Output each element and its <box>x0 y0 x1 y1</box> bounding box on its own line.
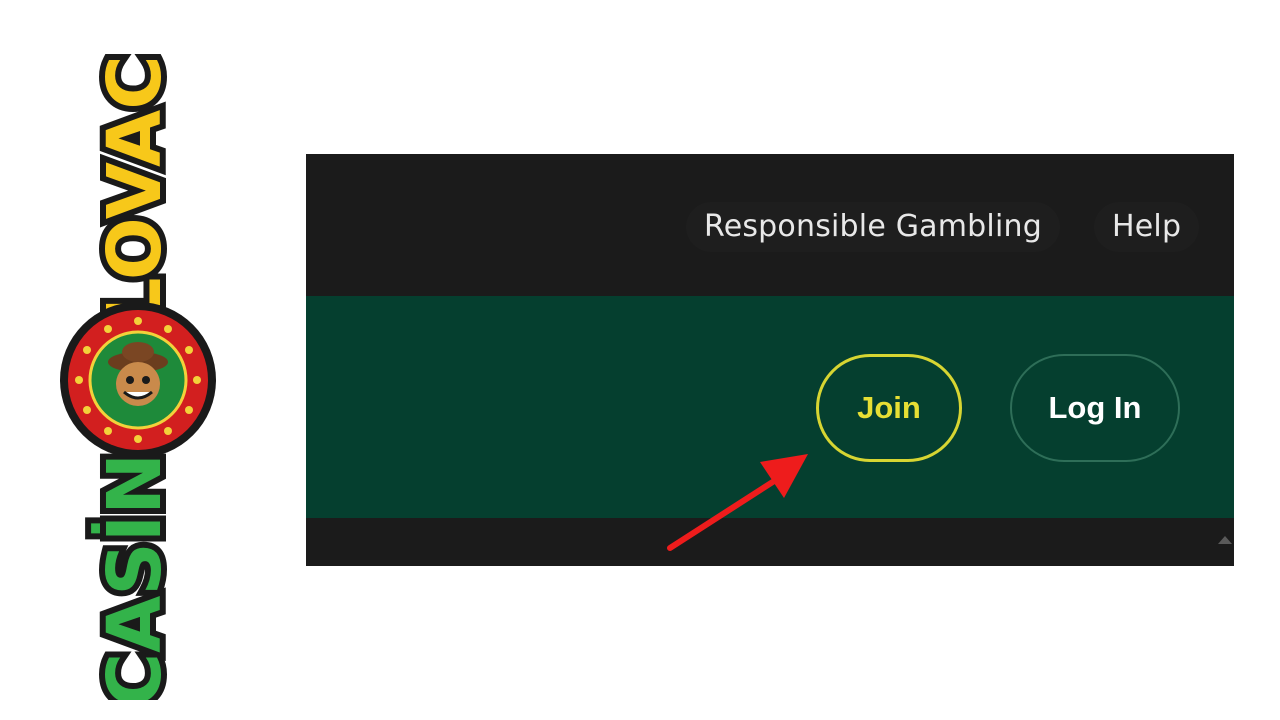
join-button-label: Join <box>857 390 921 425</box>
help-link[interactable]: Help <box>1094 202 1200 252</box>
caret-up-icon[interactable] <box>1218 536 1232 544</box>
cowboy-mascot-icon <box>60 302 216 458</box>
red-pointer-arrow-icon <box>660 440 820 560</box>
login-button[interactable]: Log In <box>1010 354 1180 462</box>
logo-text-top: LOVAC <box>92 55 178 324</box>
brand-logo: LOVAC CASİN <box>58 40 218 700</box>
top-utility-bar: Responsible Gambling Help <box>306 154 1234 296</box>
responsible-gambling-link[interactable]: Responsible Gambling <box>686 202 1060 252</box>
login-button-label: Log In <box>1048 390 1142 425</box>
join-button[interactable]: Join <box>816 354 962 462</box>
logo-text-bottom: CASİN <box>90 453 178 700</box>
